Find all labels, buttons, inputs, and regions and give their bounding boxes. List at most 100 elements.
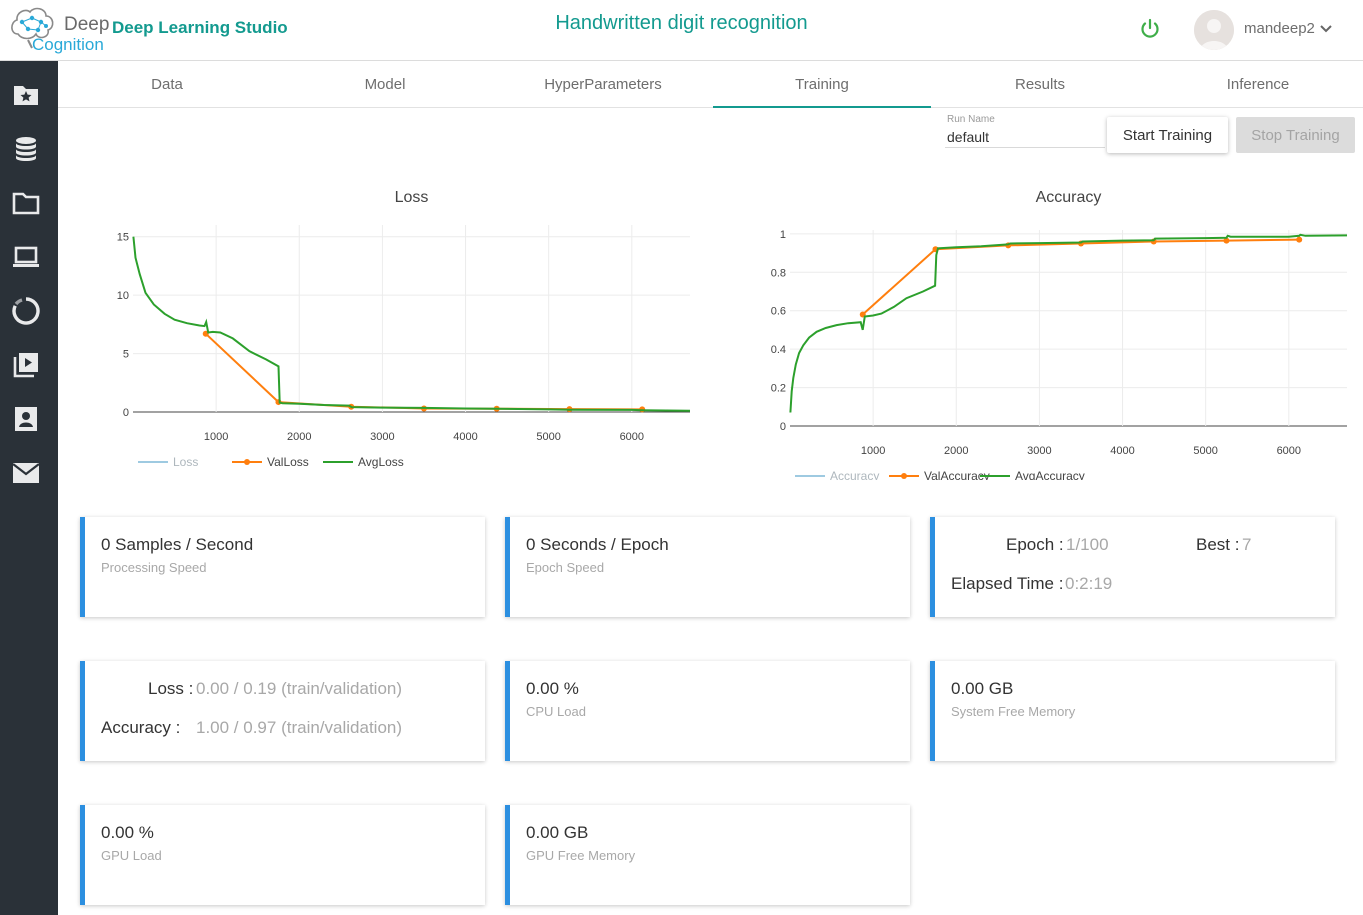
accuracy-x-tick-label: 6000 xyxy=(1277,445,1301,457)
power-icon[interactable] xyxy=(1138,17,1162,41)
accuracy-y-tick-label: 1 xyxy=(780,229,786,241)
top-header: Deep Cognition Deep Learning Studio Hand… xyxy=(0,0,1363,61)
gpu-load-card: 0.00 % GPU Load xyxy=(80,805,485,905)
accuracy-series-line-valaccuracy xyxy=(862,238,1300,316)
loss-legend-label: Loss xyxy=(173,455,198,469)
epoch-speed-label: Epoch Speed xyxy=(526,560,605,575)
accuracy-legend-item-accuracy[interactable]: Accuracy xyxy=(795,469,879,480)
app-root: Deep Cognition Deep Learning Studio Hand… xyxy=(0,0,1363,915)
loss-legend-label: ValLoss xyxy=(267,455,309,469)
tab-inference[interactable]: Inference xyxy=(1149,61,1363,108)
accuracy-x-tick-label: 2000 xyxy=(944,445,968,457)
elapsed-time-value: 0:2:19 xyxy=(1065,574,1113,593)
loss-value: 0.00 / 0.19 (train/validation) xyxy=(196,679,403,698)
gpu-load-label: GPU Load xyxy=(101,848,162,863)
loss-y-tick-label: 15 xyxy=(117,232,129,244)
accuracy-label: Accuracy : xyxy=(101,718,181,737)
project-title: Handwritten digit recognition xyxy=(555,12,808,34)
cpu-load-card: 0.00 % CPU Load xyxy=(505,661,910,761)
tab-training[interactable]: Training xyxy=(713,61,931,108)
cpu-load-label: CPU Load xyxy=(526,704,586,719)
accuracy-y-tick-label: 0.4 xyxy=(771,344,786,356)
gpu-free-memory-label: GPU Free Memory xyxy=(526,848,636,863)
loss-y-tick-label: 10 xyxy=(117,290,129,302)
loss-x-tick-label: 4000 xyxy=(453,431,477,443)
loss-chart[interactable]: Loss 0 5 10 15 1000 2000 3000 4000 5000 6000 Loss Va… xyxy=(96,180,696,480)
loss-accuracy-card: Loss : 0.00 / 0.19 (train/validation) Ac… xyxy=(80,661,485,761)
avatar[interactable] xyxy=(1194,10,1234,50)
chevron-down-icon[interactable] xyxy=(1319,22,1333,36)
accuracy-y-tick-label: 0 xyxy=(780,421,786,433)
accuracy-legend-marker xyxy=(901,473,907,479)
tab-data[interactable]: Data xyxy=(58,61,276,108)
gpu-free-memory-value: 0.00 GB xyxy=(526,823,589,842)
logo[interactable]: Deep Cognition xyxy=(8,4,110,54)
system-free-memory-label: System Free Memory xyxy=(951,704,1076,719)
accuracy-data-point-valaccuracy[interactable] xyxy=(1296,236,1303,243)
tab-results[interactable]: Results xyxy=(931,61,1149,108)
tab-model[interactable]: Model xyxy=(276,61,494,108)
accuracy-legend-label: Accuracy xyxy=(830,469,879,480)
loss-series-line-avgloss xyxy=(132,236,691,412)
loss-x-tick-label: 2000 xyxy=(287,431,311,443)
username[interactable]: mandeep2 xyxy=(1244,20,1315,37)
loss-y-tick-label: 5 xyxy=(123,349,129,361)
epoch-value: 1/100 xyxy=(1066,535,1109,554)
accuracy-x-tick-label: 5000 xyxy=(1193,445,1217,457)
system-memory-card: 0.00 GB System Free Memory xyxy=(930,661,1335,761)
accuracy-legend-item-valaccuracy[interactable]: ValAccuracy xyxy=(889,469,990,480)
loss-x-tick-label: 3000 xyxy=(370,431,394,443)
loss-legend-label: AvgLoss xyxy=(358,455,404,469)
accuracy-value: 1.00 / 0.97 (train/validation) xyxy=(196,718,403,737)
sidebar xyxy=(0,61,58,915)
accuracy-x-tick-label: 1000 xyxy=(861,445,885,457)
samples-per-second: 0 Samples / Second xyxy=(101,535,254,554)
accuracy-y-tick-label: 0.2 xyxy=(771,383,786,395)
best-epoch-value: 7 xyxy=(1242,535,1252,554)
loss-legend-item-valloss[interactable]: ValLoss xyxy=(232,455,309,469)
accuracy-legend-label: ValAccuracy xyxy=(924,469,990,480)
start-training-button[interactable]: Start Training xyxy=(1107,117,1228,153)
gpu-memory-card: 0.00 GB GPU Free Memory xyxy=(505,805,910,905)
loss-y-tick-label: 0 xyxy=(123,407,129,419)
loss-x-tick-label: 1000 xyxy=(204,431,228,443)
accuracy-x-tick-label: 3000 xyxy=(1027,445,1051,457)
accuracy-legend-item-avgaccuracy[interactable]: AvgAccuracy xyxy=(980,469,1085,480)
app-brand-name: Deep Learning Studio xyxy=(112,18,288,37)
accuracy-x-tick-label: 4000 xyxy=(1110,445,1134,457)
accuracy-chart[interactable]: Accuracy 0 0.2 0.4 0.6 0.8 1 1000 2000 3000 4000 50… xyxy=(748,180,1353,480)
stop-training-button[interactable]: Stop Training xyxy=(1236,117,1355,153)
loss-series-line-valloss xyxy=(205,332,643,411)
folder-star-icon[interactable] xyxy=(9,79,43,111)
elapsed-time-label: Elapsed Time : xyxy=(951,574,1064,593)
accuracy-legend-label: AvgAccuracy xyxy=(1015,469,1085,480)
video-library-icon[interactable] xyxy=(9,349,43,381)
contact-card-icon[interactable] xyxy=(9,403,43,435)
logo-word-cognition: Cognition xyxy=(32,35,104,54)
loss-x-tick-label: 6000 xyxy=(620,431,644,443)
loss-legend-item-avgloss[interactable]: AvgLoss xyxy=(323,455,404,469)
epoch-label: Epoch : xyxy=(1006,535,1064,554)
loss-x-tick-label: 5000 xyxy=(536,431,560,443)
circle-progress-icon[interactable] xyxy=(9,295,43,327)
folder-icon[interactable] xyxy=(9,187,43,219)
best-epoch-label: Best : xyxy=(1196,535,1240,554)
accuracy-series-line-avgaccuracy xyxy=(789,233,1348,413)
loss-legend-marker xyxy=(244,459,250,465)
seconds-per-epoch: 0 Seconds / Epoch xyxy=(526,535,669,554)
processing-speed-card: 0 Samples / Second Processing Speed xyxy=(80,517,485,617)
laptop-icon[interactable] xyxy=(9,241,43,273)
run-name-input[interactable] xyxy=(945,126,1105,148)
database-icon[interactable] xyxy=(9,133,43,165)
run-name-label: Run Name xyxy=(947,114,995,125)
mail-icon[interactable] xyxy=(9,457,43,489)
loss-legend-item-loss[interactable]: Loss xyxy=(138,455,198,469)
epoch-speed-card: 0 Seconds / Epoch Epoch Speed xyxy=(505,517,910,617)
accuracy-y-tick-label: 0.6 xyxy=(771,306,786,318)
loss-label: Loss : xyxy=(148,679,194,698)
logo-word-deep: Deep xyxy=(64,14,110,35)
system-free-memory-value: 0.00 GB xyxy=(951,679,1014,698)
epoch-progress-card: Epoch : 1/100 Best : 7 Elapsed Time : 0:… xyxy=(930,517,1335,617)
accuracy-chart-title: Accuracy xyxy=(1036,189,1102,206)
tab-hyperparameters[interactable]: HyperParameters xyxy=(494,61,712,108)
